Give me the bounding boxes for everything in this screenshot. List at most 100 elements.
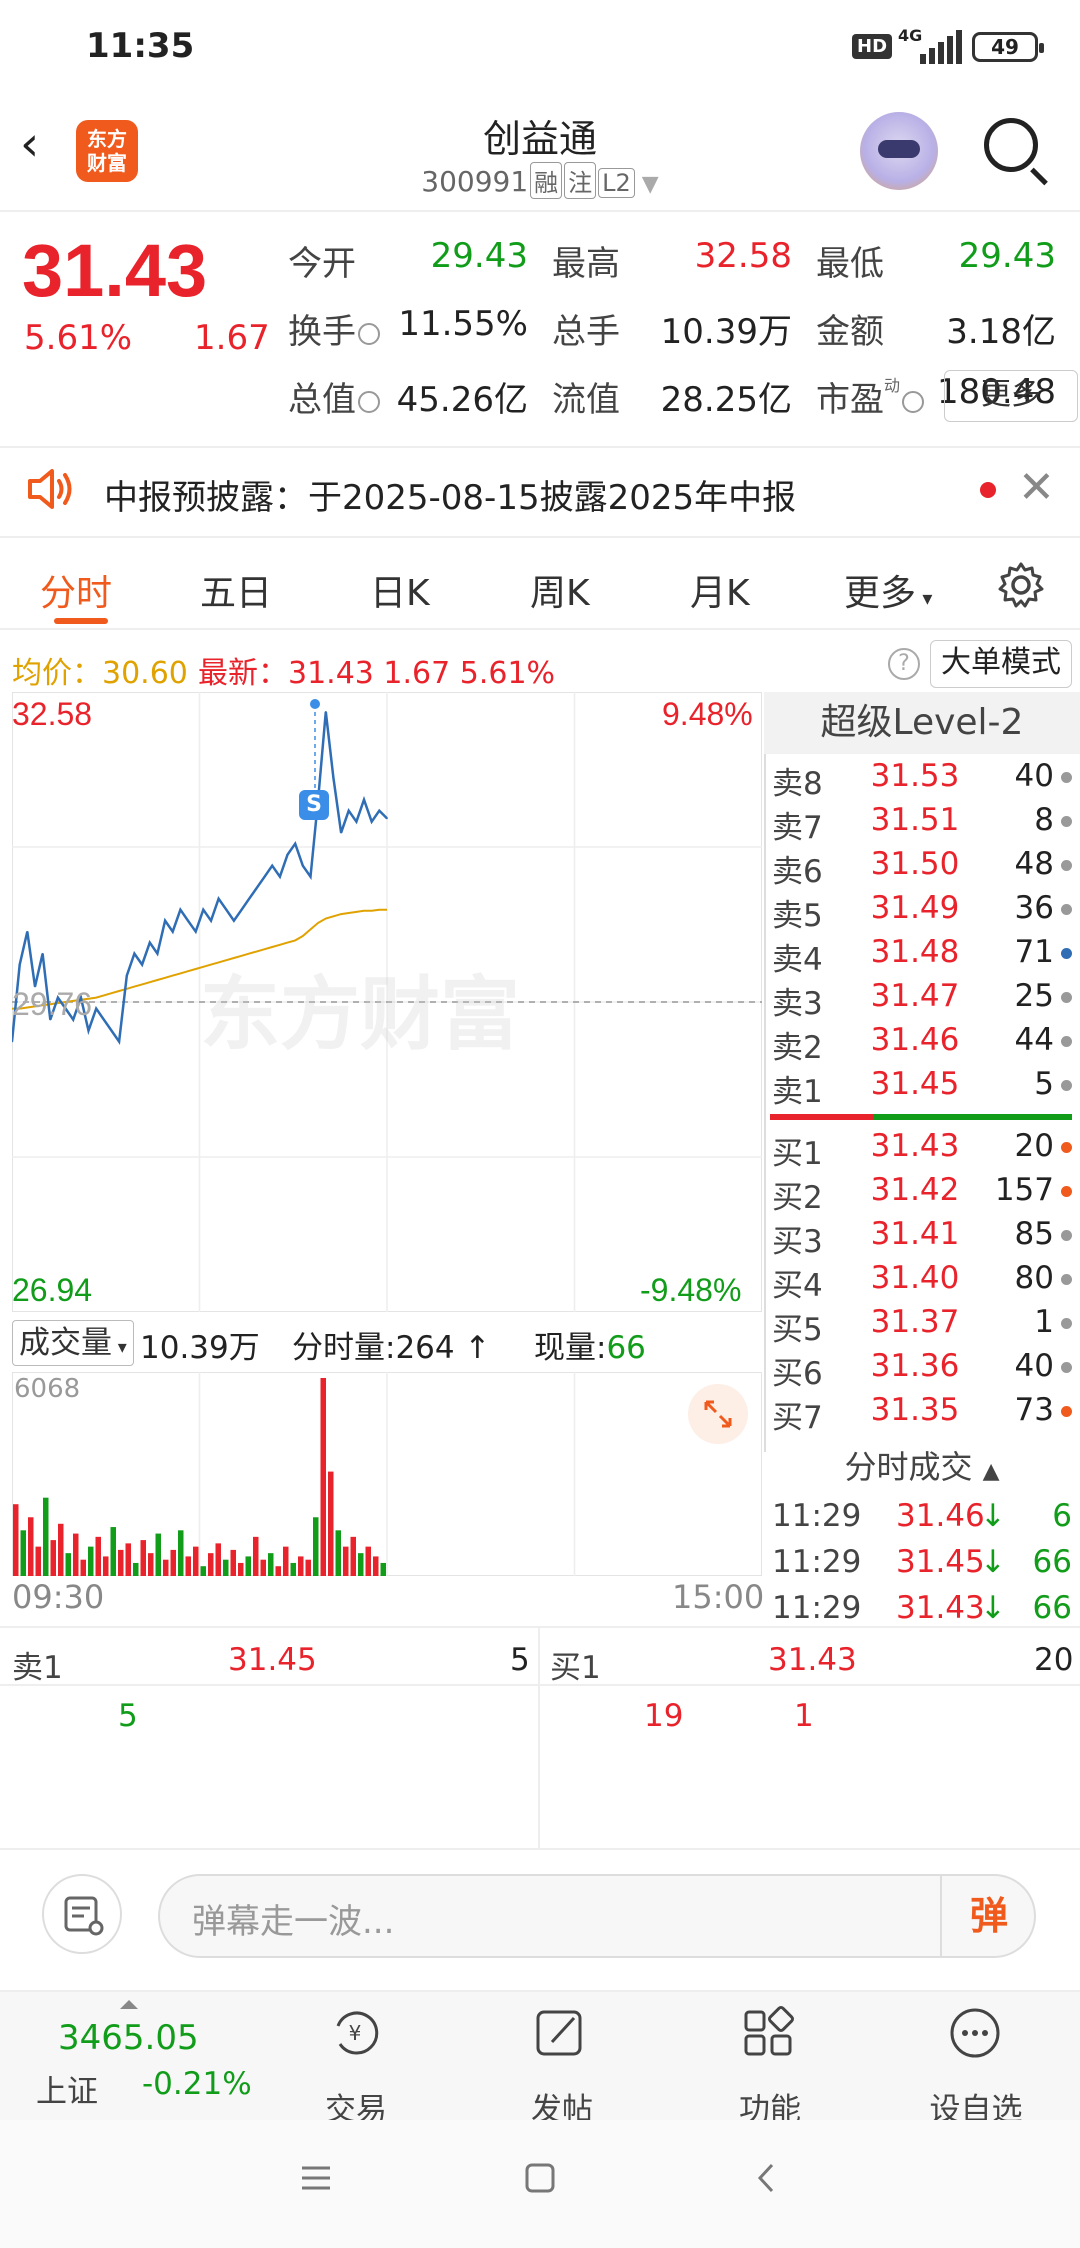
order-book-row[interactable]: 卖7 31.51 8 [772, 802, 1072, 846]
level-name: 买7 [772, 1400, 823, 1436]
help-icon[interactable]: ? [888, 648, 920, 680]
info-icon[interactable] [358, 390, 380, 413]
menu-icon[interactable] [298, 2160, 334, 2196]
level-name: 买1 [772, 1136, 823, 1172]
volume-chart[interactable] [12, 1372, 762, 1576]
trades-header[interactable]: 分时成交 ▲ [764, 1440, 1080, 1494]
more-button[interactable]: 更多 [944, 370, 1078, 422]
trade-time: 11:29 [772, 1590, 862, 1626]
level-volume: 8 [1034, 802, 1054, 838]
index-name[interactable]: 上证 [36, 2066, 98, 2111]
volume-bar [238, 1562, 244, 1576]
volume-bar [328, 1471, 334, 1576]
order-book-row[interactable]: 买5 31.37 1 [772, 1304, 1072, 1348]
price-point [263, 875, 266, 878]
info-icon[interactable] [358, 322, 380, 345]
volume-bar [230, 1549, 236, 1576]
current-price: 31.43 [22, 229, 208, 312]
trade-price: 31.46 [896, 1498, 985, 1534]
price-point [233, 919, 235, 922]
close-icon[interactable]: ✕ [1018, 462, 1055, 513]
level-name: 卖1 [772, 1074, 823, 1110]
post-icon[interactable] [534, 2006, 588, 2060]
hd-badge: HD [852, 34, 893, 59]
price-point [355, 820, 358, 823]
danmaku-button[interactable]: 弹 [940, 1874, 1036, 1958]
order-book-row[interactable]: 卖4 31.48 71 [772, 934, 1072, 978]
expand-icon[interactable] [688, 1384, 748, 1444]
order-book-row[interactable]: 卖8 31.53 40 [772, 758, 1072, 802]
tab-five-day[interactable]: 五日 [200, 564, 272, 616]
order-book-row[interactable]: 买7 31.35 73 [772, 1392, 1072, 1436]
buy-sell-ratio-bar [770, 1114, 1072, 1120]
volume-bar [298, 1556, 304, 1576]
volume-bar [50, 1540, 56, 1576]
volume-bar [380, 1562, 386, 1576]
order-book-row[interactable]: 卖5 31.49 36 [772, 890, 1072, 934]
queue-sell-volume: 5 [510, 1642, 530, 1678]
price-point [225, 908, 228, 911]
volume-bar [20, 1530, 26, 1576]
level-price: 31.47 [870, 978, 960, 1014]
tab-daily-k[interactable]: 日K [370, 564, 430, 616]
pct-axis-top-label: 9.48% [662, 696, 753, 732]
queue-buy-label: 买1 [550, 1650, 601, 1686]
signal-marker[interactable]: S [299, 790, 329, 820]
level-name: 卖4 [772, 942, 823, 978]
level-name: 卖3 [772, 986, 823, 1022]
queue-buy-price: 31.43 [768, 1642, 857, 1678]
back-nav-icon[interactable] [748, 2160, 784, 2196]
level-price: 31.37 [870, 1304, 960, 1340]
home-icon[interactable] [522, 2160, 558, 2196]
comment-list-icon[interactable] [42, 1874, 122, 1954]
level-price: 31.45 [870, 1066, 960, 1102]
search-icon[interactable] [984, 118, 1038, 172]
more-icon[interactable] [948, 2006, 1002, 2060]
trade-volume: 6 [1052, 1498, 1072, 1534]
order-book-row[interactable]: 买2 31.42 157 [772, 1172, 1072, 1216]
big-order-mode-button[interactable]: 大单模式 [930, 640, 1072, 688]
level-name: 买5 [772, 1312, 823, 1348]
tab-monthly-k[interactable]: 月K [690, 564, 750, 616]
order-book-row[interactable]: 买3 31.41 85 [772, 1216, 1072, 1260]
apps-icon[interactable] [742, 2006, 796, 2060]
assistant-robot-icon[interactable] [860, 112, 938, 190]
volume-bar [200, 1566, 206, 1576]
order-book-row[interactable]: 买6 31.36 40 [772, 1348, 1072, 1392]
volume-bar [110, 1527, 116, 1576]
quote-label: 今开 [288, 236, 356, 285]
quote-label-text: 流值 [552, 380, 620, 420]
order-book-row[interactable]: 卖2 31.46 44 [772, 1022, 1072, 1066]
trade-time: 11:29 [772, 1498, 862, 1534]
level-name: 买4 [772, 1268, 823, 1304]
info-icon[interactable] [902, 390, 925, 413]
level-price: 31.35 [870, 1392, 960, 1428]
order-book-row[interactable]: 买4 31.40 80 [772, 1260, 1072, 1304]
order-book-row[interactable]: 买1 31.43 20 [772, 1128, 1072, 1172]
quote-label-text: 总值 [288, 380, 356, 420]
volume-selector[interactable]: 成交量 ▾ [12, 1320, 134, 1366]
order-book-row[interactable]: 卖1 31.45 5 [772, 1066, 1072, 1110]
y-axis-mid-label: 29.76 [12, 986, 93, 1022]
trade-price: 31.45 [896, 1544, 985, 1580]
volume-bar [305, 1559, 311, 1576]
tab-weekly-k[interactable]: 周K [530, 564, 590, 616]
level-volume: 20 [1014, 1128, 1054, 1164]
quote-label: 总手 [552, 304, 620, 353]
order-book-row[interactable]: 卖3 31.47 25 [772, 978, 1072, 1022]
trade-icon[interactable]: ¥ [328, 2006, 382, 2060]
volume-bar [155, 1533, 161, 1576]
divider [0, 1684, 1080, 1686]
volume-bar [125, 1543, 131, 1576]
tab-more[interactable]: 更多 ▾ [844, 564, 932, 616]
level-price: 31.43 [870, 1128, 960, 1164]
y-axis-bottom-label: 26.94 [12, 1272, 93, 1308]
price-point [279, 875, 281, 878]
gear-icon[interactable] [996, 560, 1046, 610]
order-book-row[interactable]: 卖6 31.50 48 [772, 846, 1072, 890]
trade-row: 11:29 31.45 ↓ 66 [772, 1544, 1072, 1588]
index-value[interactable]: 3465.05 [58, 2018, 199, 2058]
level2-title[interactable]: 超级Level-2 [764, 692, 1080, 754]
tab-intraday[interactable]: 分时 [40, 564, 112, 616]
price-point [271, 864, 274, 867]
